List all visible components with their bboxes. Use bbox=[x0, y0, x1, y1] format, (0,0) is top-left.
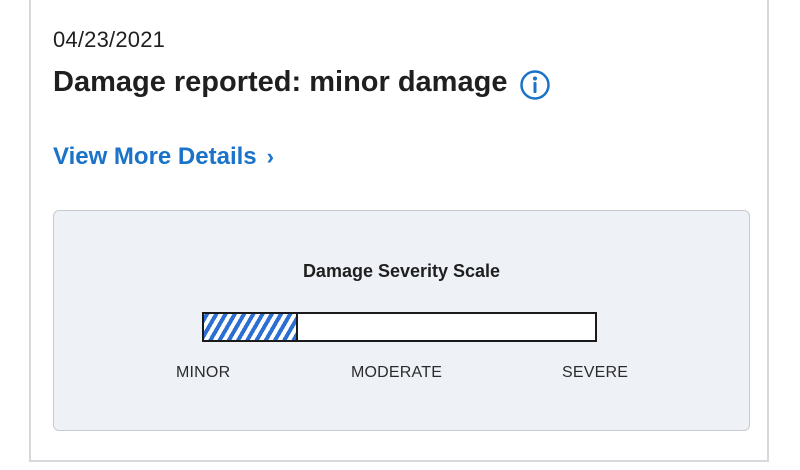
damage-headline: Damage reported: minor damage bbox=[53, 63, 551, 101]
chevron-right-icon: › bbox=[266, 144, 274, 169]
report-date: 04/23/2021 bbox=[53, 27, 166, 52]
severity-scale-panel: Damage Severity Scale MINOR MODERATE SEV… bbox=[53, 210, 750, 431]
scale-label-minor: MINOR bbox=[176, 364, 231, 381]
severity-scale-bar bbox=[202, 312, 597, 342]
headline-text: Damage reported: minor damage bbox=[53, 65, 508, 98]
severity-scale-title: Damage Severity Scale bbox=[302, 261, 501, 281]
view-more-details-label: View More Details bbox=[53, 143, 257, 170]
info-icon[interactable] bbox=[519, 69, 551, 101]
view-more-details-link[interactable]: View More Details › bbox=[53, 143, 274, 171]
scale-label-severe: SEVERE bbox=[562, 364, 629, 381]
scale-label-moderate: MODERATE bbox=[351, 364, 443, 381]
severity-level-fill bbox=[204, 314, 298, 340]
